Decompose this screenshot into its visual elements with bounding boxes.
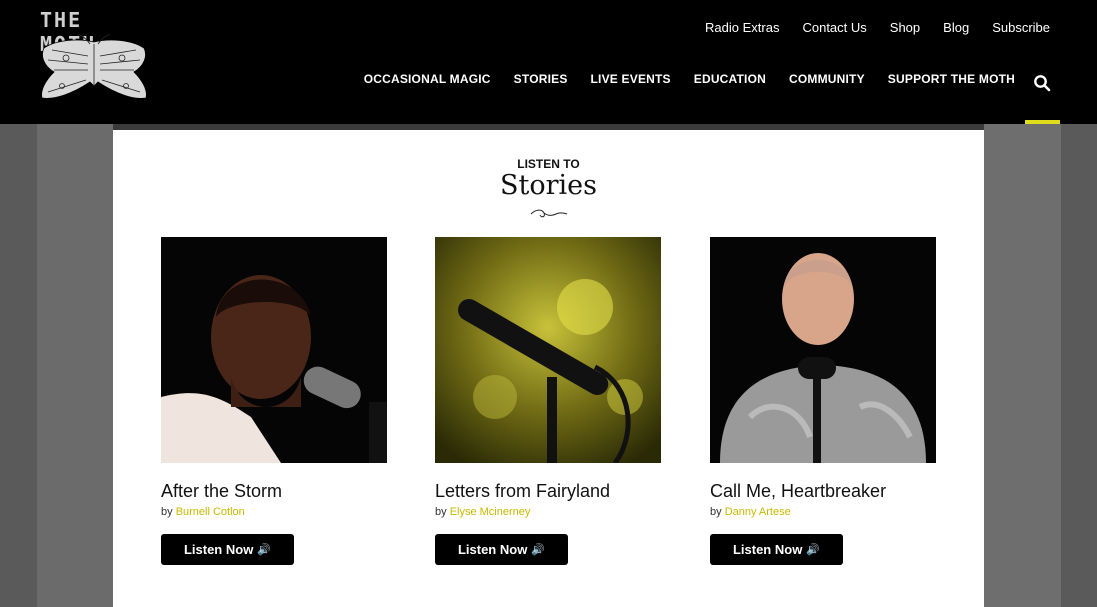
speaker-icon: 🔊 <box>806 544 821 556</box>
background-right <box>984 124 1061 607</box>
moth-logo[interactable]: THE MOTH <box>38 8 150 108</box>
story-byline: by Burnell Cotlon <box>161 506 387 518</box>
nav-support-the-moth[interactable]: SUPPORT THE MOTH <box>888 72 1015 86</box>
utility-link-shop[interactable]: Shop <box>890 20 920 35</box>
nav-education[interactable]: EDUCATION <box>694 72 766 86</box>
story-author-link[interactable]: Danny Artese <box>725 506 791 518</box>
section-eyebrow: LISTEN TO <box>517 157 580 171</box>
byline-prefix: by <box>161 506 173 518</box>
nav-occasional-magic[interactable]: OCCASIONAL MAGIC <box>364 72 491 86</box>
utility-nav: Radio Extras Contact Us Shop Blog Subscr… <box>705 20 1050 35</box>
story-title[interactable]: After the Storm <box>161 481 387 502</box>
background-left <box>37 124 113 607</box>
utility-link-blog[interactable]: Blog <box>943 20 969 35</box>
story-title[interactable]: Letters from Fairyland <box>435 481 661 502</box>
story-card: Letters from Fairyland by Elyse Mcinerne… <box>435 237 661 565</box>
speaker-icon: 🔊 <box>531 544 546 556</box>
listen-now-label: Listen Now <box>732 542 803 557</box>
nav-community[interactable]: COMMUNITY <box>789 72 865 86</box>
utility-link-subscribe[interactable]: Subscribe <box>992 20 1050 35</box>
stories-panel: LISTEN TO Stories After the Storm by Bur… <box>113 130 984 607</box>
listen-now-label: Listen Now <box>183 542 254 557</box>
main-nav: OCCASIONAL MAGIC STORIES LIVE EVENTS EDU… <box>364 72 1015 86</box>
section-title: Stories <box>500 170 597 201</box>
story-photo-storyteller[interactable] <box>710 237 936 463</box>
byline-prefix: by <box>710 506 722 518</box>
story-photo-storyteller[interactable] <box>161 237 387 463</box>
site-header: THE MOTH Radio Extras Contact Us Shop Bl… <box>0 0 1097 124</box>
flourish-icon <box>530 209 568 218</box>
moth-logo-icon <box>41 34 147 99</box>
listen-now-label: Listen Now <box>457 542 528 557</box>
story-byline: by Elyse Mcinerney <box>435 506 661 518</box>
utility-link-radio-extras[interactable]: Radio Extras <box>705 20 779 35</box>
story-author-link[interactable]: Burnell Cotlon <box>176 506 245 518</box>
listen-now-button[interactable]: Listen Now 🔊 <box>161 534 294 565</box>
search-icon[interactable] <box>1033 74 1051 92</box>
story-title[interactable]: Call Me, Heartbreaker <box>710 481 936 502</box>
listen-now-button[interactable]: Listen Now 🔊 <box>435 534 568 565</box>
speaker-icon: 🔊 <box>257 544 272 556</box>
byline-prefix: by <box>435 506 447 518</box>
nav-live-events[interactable]: LIVE EVENTS <box>591 72 671 86</box>
story-photo-microphone[interactable] <box>435 237 661 463</box>
story-card: Call Me, Heartbreaker by Danny Artese Li… <box>710 237 936 565</box>
listen-now-button[interactable]: Listen Now 🔊 <box>710 534 843 565</box>
story-card: After the Storm by Burnell Cotlon Listen… <box>161 237 387 565</box>
story-author-link[interactable]: Elyse Mcinerney <box>450 506 531 518</box>
utility-link-contact-us[interactable]: Contact Us <box>802 20 866 35</box>
story-byline: by Danny Artese <box>710 506 936 518</box>
nav-stories[interactable]: STORIES <box>514 72 568 86</box>
